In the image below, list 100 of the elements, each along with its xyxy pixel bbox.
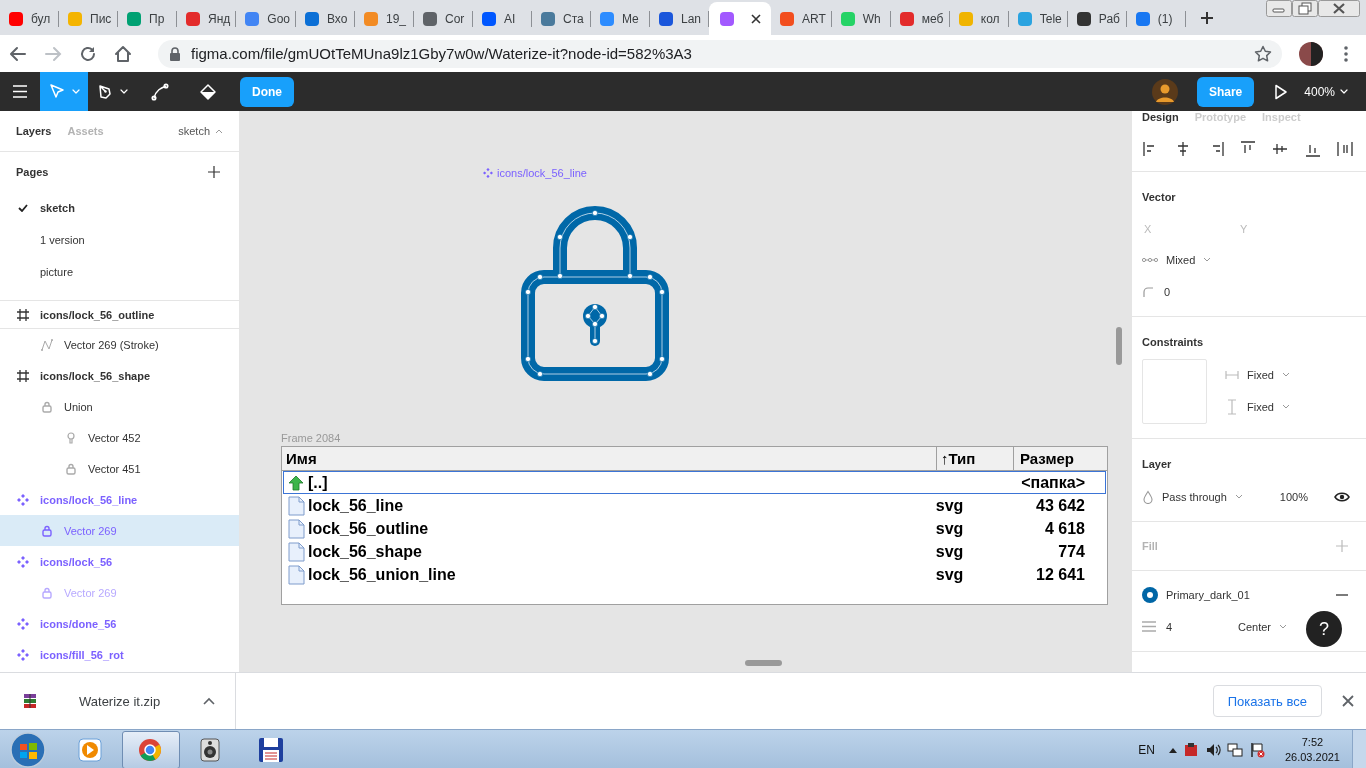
layer-item[interactable]: icons/lock_56_shape <box>0 360 239 391</box>
component-icon <box>16 492 30 507</box>
lock-drawing[interactable] <box>519 204 671 384</box>
file-type: svg <box>935 564 965 585</box>
tray-app-icon[interactable] <box>1182 741 1199 758</box>
layer-item[interactable]: icons/lock_56_outline <box>0 301 239 329</box>
page-item[interactable]: sketch <box>0 192 239 224</box>
caret-icon[interactable] <box>203 697 215 705</box>
play-icon[interactable] <box>1274 83 1289 100</box>
avatar[interactable] <box>1151 78 1178 105</box>
browser-tab[interactable]: Раб <box>1067 2 1127 35</box>
browser-tab[interactable]: Tele <box>1008 2 1068 35</box>
layer-item[interactable]: icons/fill_56_rot <box>0 639 239 670</box>
browser-tab[interactable]: Пис <box>59 2 118 35</box>
menu-icon[interactable] <box>1344 45 1348 62</box>
corner-radius-field[interactable]: 0 <box>1142 276 1356 308</box>
panel-tab[interactable]: Design <box>1142 111 1179 123</box>
layer-item[interactable]: Vector 452 <box>0 422 239 453</box>
profile-avatar[interactable] <box>1299 41 1323 66</box>
scrollbar-thumb[interactable] <box>1116 327 1122 365</box>
star-icon[interactable] <box>1254 44 1272 63</box>
browser-tab[interactable]: AI <box>473 2 532 35</box>
stroke-weight-field[interactable]: 4 <box>1142 621 1230 633</box>
browser-tab[interactable]: Ста <box>532 2 591 35</box>
file-row[interactable]: lock_56_line svg 43 642 <box>283 494 1106 517</box>
browser-tab[interactable]: кол <box>949 2 1009 35</box>
browser-tab[interactable]: Goo <box>236 2 296 35</box>
column-header[interactable]: Размер <box>1014 447 1107 470</box>
browser-tab[interactable]: Вхо <box>296 2 355 35</box>
column-header[interactable]: Имя <box>282 447 937 470</box>
scrollbar-thumb[interactable] <box>745 660 782 666</box>
close-icon[interactable] <box>1342 695 1354 707</box>
file-row[interactable]: lock_56_union_line svg 12 641 <box>283 563 1106 586</box>
color-swatch[interactable] <box>1142 587 1158 603</box>
browser-tab[interactable]: Ме <box>591 2 650 35</box>
horizontal-constraint-dropdown[interactable]: Fixed <box>1225 359 1290 391</box>
clock-date[interactable]: 26.03.2021 <box>1284 749 1340 765</box>
maximize-icon[interactable] <box>1292 0 1318 17</box>
eye-icon[interactable] <box>1334 491 1350 503</box>
layer-item[interactable]: Vector 269 <box>0 515 239 546</box>
browser-tab[interactable]: бул <box>0 2 59 35</box>
network-icon[interactable] <box>1226 741 1243 758</box>
points-dropdown[interactable]: Mixed <box>1142 244 1356 276</box>
file-name: [..] <box>308 473 328 492</box>
home-icon[interactable] <box>114 44 132 63</box>
component-label[interactable]: icons/lock_56_line <box>483 167 587 179</box>
close-icon[interactable] <box>1318 0 1360 17</box>
browser-tab[interactable]: ART <box>771 2 832 35</box>
tray-expand-icon[interactable] <box>1168 746 1177 753</box>
reload-icon[interactable] <box>79 44 97 63</box>
page-item[interactable]: 1 version <box>0 224 239 256</box>
language-indicator[interactable]: EN <box>1138 742 1155 757</box>
address-bar[interactable]: figma.com/file/gmUOtTeMUna9lz1Gby7w0w/Waterize-it?node-id=582%3A3 <box>158 39 1282 68</box>
caret-icon <box>72 88 80 95</box>
browser-tab[interactable]: Cor <box>414 2 473 35</box>
favicon-icon <box>898 10 915 27</box>
layer-item[interactable]: icons/lock_56 <box>0 546 239 577</box>
zoom-dropdown[interactable]: 400% <box>1304 84 1348 99</box>
style-name[interactable]: Primary_dark_01 <box>1166 589 1250 601</box>
browser-tab[interactable]: меб <box>890 2 950 35</box>
file-row[interactable]: lock_56_shape svg 774 <box>283 540 1106 563</box>
back-icon[interactable] <box>9 44 27 63</box>
browser-tab[interactable]: Wh <box>831 2 891 35</box>
lock-icon <box>169 46 181 61</box>
layer-item[interactable]: Vector 269 (Stroke) <box>0 329 239 360</box>
file-row[interactable]: [..] <папка> <box>283 471 1106 494</box>
column-header[interactable]: ↑Тип <box>937 447 1014 470</box>
browser-tab[interactable]: 19_ <box>355 2 414 35</box>
fill-icon <box>199 82 217 101</box>
blend-mode-dropdown[interactable]: Pass through <box>1142 481 1243 513</box>
favicon-icon <box>719 10 735 27</box>
distribute-icon[interactable] <box>1335 140 1354 158</box>
page-item[interactable]: picture <box>0 256 239 288</box>
close-icon[interactable] <box>751 13 761 24</box>
layer-item[interactable]: icons/done_56 <box>0 608 239 639</box>
layer-item[interactable]: Vector 451 <box>0 453 239 484</box>
add-page-icon[interactable] <box>208 166 220 178</box>
page-switcher[interactable]: sketch <box>178 125 223 137</box>
browser-tab[interactable]: Янд <box>177 2 237 35</box>
panel-tab[interactable]: Layers <box>16 125 52 137</box>
browser-tab[interactable]: Пр <box>118 2 177 35</box>
blend-icon <box>1142 490 1154 504</box>
flag-icon[interactable] <box>1248 741 1265 758</box>
favicon-icon <box>779 10 795 27</box>
vertical-constraint-dropdown[interactable]: Fixed <box>1225 391 1290 423</box>
help-button[interactable]: ? <box>1306 611 1342 647</box>
show-all-button[interactable]: Показать все <box>1212 685 1322 717</box>
layer-item[interactable]: Union <box>0 391 239 422</box>
opacity-field[interactable]: 100% <box>1279 491 1308 503</box>
start-button[interactable] <box>8 729 48 768</box>
new-tab-icon[interactable] <box>1199 11 1214 25</box>
browser-tab[interactable]: Lan <box>650 2 709 35</box>
file-row[interactable]: lock_56_outline svg 4 618 <box>283 517 1106 540</box>
layer-item[interactable]: icons/lock_56_line <box>0 484 239 515</box>
file-type: svg <box>935 541 965 562</box>
clock-time[interactable]: 7:52 <box>1301 734 1324 750</box>
file-icon <box>287 495 305 516</box>
stroke-align-dropdown[interactable]: Center <box>1238 611 1288 643</box>
browser-tab[interactable]: (1) <box>1126 2 1186 35</box>
browser-tab[interactable] <box>709 2 771 35</box>
